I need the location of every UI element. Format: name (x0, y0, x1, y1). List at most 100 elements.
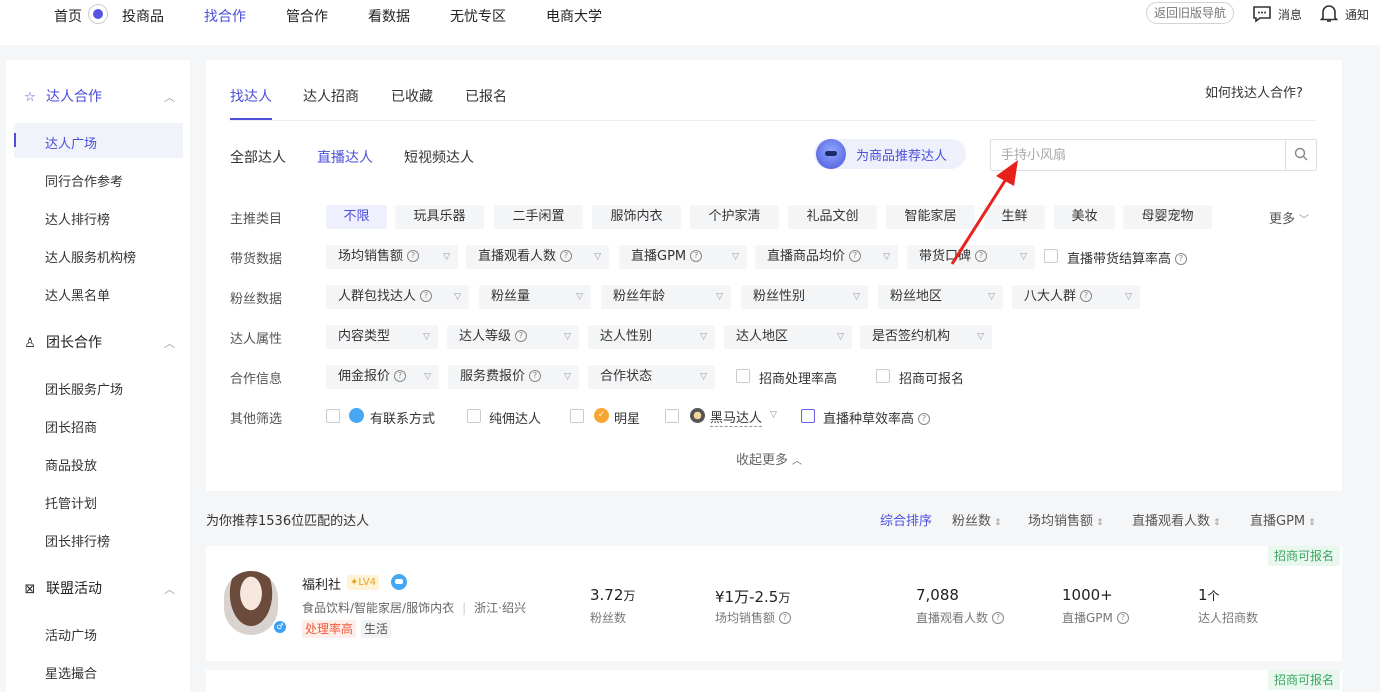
grass-efficiency-checkbox[interactable] (801, 409, 815, 423)
category-option[interactable]: 礼品文创 (788, 205, 877, 229)
help-icon[interactable]: ? (690, 249, 703, 262)
sidebar-item-leader-square[interactable]: 团长服务广场 (45, 379, 123, 398)
category-option[interactable]: 服饰内衣 (592, 205, 681, 229)
tab-favorites[interactable]: 已收藏 (391, 86, 433, 106)
messages-label[interactable]: 消息 (1278, 6, 1302, 23)
notifications-label[interactable]: 通知 (1345, 6, 1369, 23)
sales-dropdown[interactable]: 直播GPM? ▽ (619, 245, 747, 269)
talent-card[interactable]: 招商可报名 ♂ 福利社 ✦LV4 食品饮料/智能家居/服饰内衣 | 浙江·绍兴 处理… (206, 546, 1342, 661)
chevron-up-icon[interactable]: ︿ (164, 89, 175, 105)
settlement-rate-checkbox[interactable] (1044, 249, 1058, 263)
nav-data[interactable]: 看数据 (368, 6, 410, 26)
subtab-video-talent[interactable]: 短视频达人 (404, 147, 474, 167)
subtab-all-talent[interactable]: 全部达人 (230, 147, 286, 167)
chat-icon[interactable] (391, 574, 407, 590)
sort-fans[interactable]: 粉丝数 ⇕ (952, 510, 1002, 529)
sidebar-item-agency-ranking[interactable]: 达人服务机构榜 (45, 247, 136, 266)
fans-dropdown[interactable]: 人群包找达人? ▽ (326, 285, 469, 309)
dark-horse-checkbox[interactable] (665, 409, 679, 423)
sales-dropdown[interactable]: 场均销售额? ▽ (326, 245, 458, 269)
back-to-old-nav-button[interactable]: 返回旧版导航 (1146, 2, 1234, 24)
attrs-dropdown[interactable]: 内容类型 ▽ (326, 325, 438, 349)
recruit-rate-checkbox[interactable] (736, 369, 750, 383)
coop-dropdown[interactable]: 服务费报价? ▽ (448, 365, 579, 389)
bell-icon[interactable] (1320, 3, 1338, 23)
sidebar-item-blacklist[interactable]: 达人黑名单 (45, 285, 110, 304)
help-icon[interactable]: ? (992, 611, 1005, 624)
help-icon[interactable]: ? (918, 412, 931, 425)
nav-manage-cooperation[interactable]: 管合作 (286, 6, 328, 26)
chevron-up-icon[interactable]: ︿ (164, 581, 175, 597)
collapse-more-button[interactable]: 收起更多 ︿ (736, 449, 802, 468)
sidebar-item-peer-reference[interactable]: 同行合作参考 (45, 171, 123, 190)
category-option[interactable]: 个护家清 (690, 205, 779, 229)
category-option[interactable]: 玩具乐器 (395, 205, 484, 229)
fans-dropdown[interactable]: 粉丝性别 ▽ (741, 285, 868, 309)
nav-home[interactable]: 首页 (54, 6, 82, 26)
help-icon[interactable]: ? (529, 369, 542, 382)
tab-registered[interactable]: 已报名 (465, 86, 507, 106)
attrs-dropdown[interactable]: 达人等级? ▽ (447, 325, 579, 349)
pure-commission-checkbox[interactable] (467, 409, 481, 423)
tab-talent-recruit[interactable]: 达人招商 (303, 86, 359, 106)
sidebar-group-talent[interactable]: ☆ 达人合作 (22, 86, 102, 106)
nav-products[interactable]: 投商品 (122, 6, 164, 26)
sort-avg-sales[interactable]: 场均销售额 ⇕ (1028, 510, 1104, 529)
sort-live-viewers[interactable]: 直播观看人数 ⇕ (1132, 510, 1221, 529)
chevron-up-icon[interactable]: ︿ (164, 335, 175, 351)
contact-checkbox[interactable] (326, 409, 340, 423)
nav-ecom-university[interactable]: 电商大学 (546, 6, 602, 26)
fans-dropdown[interactable]: 粉丝地区 ▽ (878, 285, 1003, 309)
sort-live-gpm[interactable]: 直播GPM ⇕ (1250, 510, 1316, 529)
help-icon[interactable]: ? (1116, 611, 1129, 624)
sidebar-item-hosting-plan[interactable]: 托管计划 (45, 493, 97, 512)
more-categories-button[interactable]: 更多 ﹀ (1269, 208, 1309, 227)
sidebar-group-leader[interactable]: ♙ 团长合作 (22, 332, 102, 352)
search-button[interactable] (1285, 140, 1316, 170)
talent-card[interactable]: 招商可报名 (206, 670, 1342, 692)
attrs-dropdown[interactable]: 达人性别 ▽ (588, 325, 715, 349)
sidebar-item-star-match[interactable]: 星选撮合 (45, 663, 97, 682)
search-input[interactable] (991, 140, 1285, 170)
coop-dropdown[interactable]: 佣金报价? ▽ (326, 365, 439, 389)
attrs-dropdown[interactable]: 达人地区 ▽ (724, 325, 852, 349)
talent-name[interactable]: 福利社 (302, 574, 341, 593)
celebrity-checkbox[interactable] (570, 409, 584, 423)
fans-dropdown[interactable]: 粉丝年龄 ▽ (601, 285, 731, 309)
sales-dropdown[interactable]: 直播观看人数? ▽ (466, 245, 609, 269)
sort-comprehensive[interactable]: 综合排序 (880, 510, 932, 529)
fans-dropdown[interactable]: 粉丝量 ▽ (479, 285, 591, 309)
category-option[interactable]: 母婴宠物 (1123, 205, 1212, 229)
avatar[interactable] (224, 571, 278, 635)
sidebar-item-leader-recruit[interactable]: 团长招商 (45, 417, 97, 436)
sidebar-item-talent-square[interactable]: 达人广场 (45, 133, 97, 152)
message-icon[interactable] (1252, 5, 1272, 23)
coop-dropdown[interactable]: 合作状态 ▽ (588, 365, 715, 389)
nav-find-cooperation[interactable]: 找合作 (204, 6, 246, 26)
help-icon[interactable]: ? (779, 611, 792, 624)
sidebar-item-activity-square[interactable]: 活动广场 (45, 625, 97, 644)
howto-link[interactable]: 如何找达人合作? (1205, 82, 1303, 101)
subtab-live-talent[interactable]: 直播达人 (317, 147, 373, 167)
help-icon[interactable]: ? (560, 249, 573, 262)
help-icon[interactable]: ? (407, 249, 420, 262)
nav-worry-free[interactable]: 无忧专区 (450, 6, 506, 26)
dark-horse-label[interactable]: 黑马达人 (710, 407, 763, 427)
category-option[interactable]: 美妆 (1054, 205, 1115, 229)
sidebar-item-leader-ranking[interactable]: 团长排行榜 (45, 531, 110, 550)
category-option[interactable]: 不限 (326, 205, 387, 229)
help-icon[interactable]: ? (849, 249, 862, 262)
help-icon[interactable]: ? (1175, 252, 1188, 265)
sidebar-group-alliance[interactable]: ⊠ 联盟活动 (22, 578, 102, 598)
fans-dropdown[interactable]: 八大人群? ▽ (1012, 285, 1140, 309)
help-icon[interactable]: ? (394, 369, 407, 382)
help-icon[interactable]: ? (1080, 289, 1093, 302)
attrs-dropdown[interactable]: 是否签约机构 ▽ (860, 325, 992, 349)
chevron-down-icon[interactable]: ▽ (770, 410, 777, 420)
help-icon[interactable]: ? (515, 329, 528, 342)
sales-dropdown[interactable]: 直播商品均价? ▽ (755, 245, 898, 269)
workspace-toggle-icon[interactable] (88, 4, 108, 24)
help-icon[interactable]: ? (420, 289, 433, 302)
sidebar-item-product-placement[interactable]: 商品投放 (45, 455, 97, 474)
sidebar-item-talent-ranking[interactable]: 达人排行榜 (45, 209, 110, 228)
